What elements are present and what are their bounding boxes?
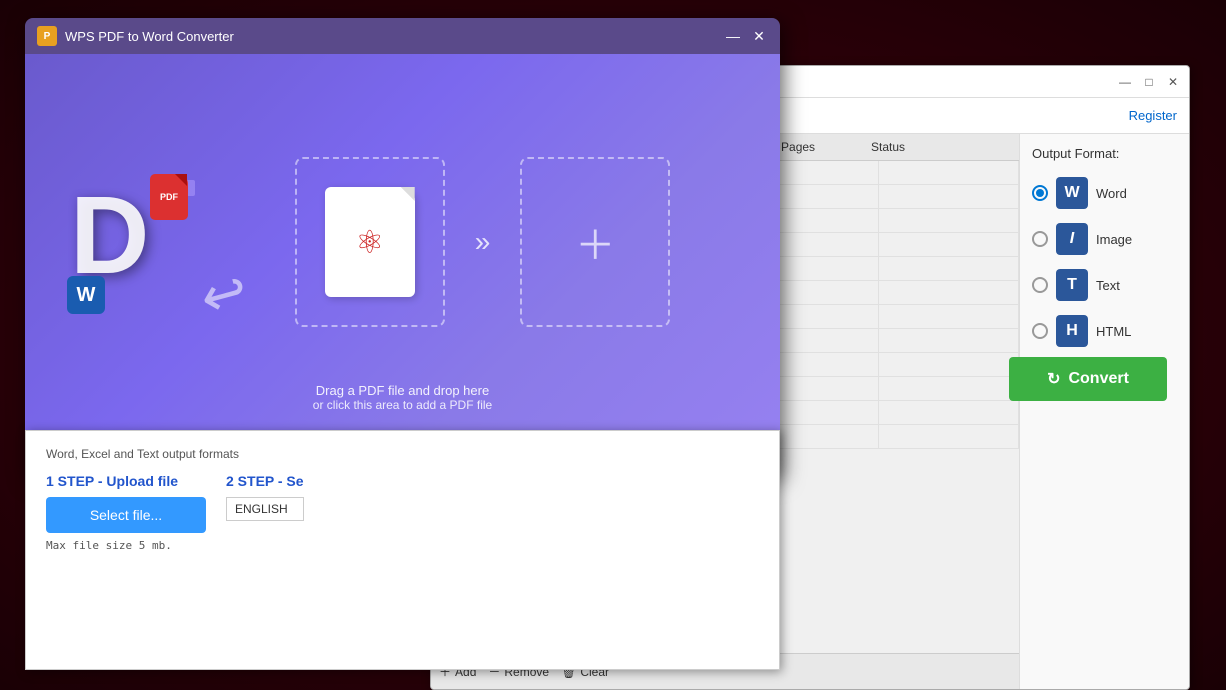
right-panel: Output Format: W Word I Image T Text H H…	[1019, 134, 1189, 689]
drop-zone-container[interactable]: ⚛ » ＋	[295, 157, 671, 327]
logo-area: D PDF W ↩	[55, 162, 255, 322]
web-content: Word, Excel and Text output formats 1 ST…	[26, 431, 779, 584]
bg-close-btn[interactable]: ✕	[1165, 74, 1181, 90]
format-option-html[interactable]: H HTML	[1032, 315, 1177, 347]
step1-section: 1 STEP - Upload file Select file... Max …	[46, 473, 206, 552]
minimize-button[interactable]: —	[724, 28, 742, 45]
close-button[interactable]: ✕	[750, 28, 768, 45]
steps-row: 1 STEP - Upload file Select file... Max …	[46, 473, 759, 552]
image-icon: I	[1056, 223, 1088, 255]
refresh-icon: ↻	[1047, 369, 1060, 389]
main-titlebar: P WPS PDF to Word Converter — ✕	[25, 18, 780, 54]
file-corner	[401, 187, 415, 201]
register-link[interactable]: Register	[1129, 108, 1177, 123]
convert-button[interactable]: ↻ Convert	[1009, 357, 1167, 401]
text-icon: T	[1056, 269, 1088, 301]
pdf-corner	[175, 174, 187, 186]
bg-maximize-btn[interactable]: □	[1141, 74, 1157, 90]
word-icon: W	[1056, 177, 1088, 209]
word-label: Word	[1096, 186, 1127, 201]
radio-text[interactable]	[1032, 277, 1048, 293]
radio-html[interactable]	[1032, 323, 1048, 339]
text-label: Text	[1096, 278, 1120, 293]
output-format-label: Output Format:	[1032, 146, 1177, 161]
bg-minimize-btn[interactable]: —	[1117, 74, 1133, 90]
step2-label: 2 STEP - Se	[226, 473, 304, 489]
language-select[interactable]: ENGLISH	[226, 497, 304, 521]
format-option-word[interactable]: W Word	[1032, 177, 1177, 209]
html-icon: H	[1056, 315, 1088, 347]
main-body[interactable]: D PDF W ↩ ⚛ »	[25, 54, 780, 430]
step2-section: 2 STEP - Se ENGLISH	[226, 473, 304, 552]
pdf-file-icon: ⚛	[325, 187, 415, 297]
step1-label: 1 STEP - Upload file	[46, 473, 206, 489]
w-badge: W	[67, 276, 105, 314]
format-option-text[interactable]: T Text	[1032, 269, 1177, 301]
web-description: Word, Excel and Text output formats	[46, 447, 759, 461]
plus-add-icon: ＋	[575, 213, 615, 271]
select-file-button[interactable]: Select file...	[46, 497, 206, 533]
image-label: Image	[1096, 232, 1132, 247]
app-logo: P	[37, 26, 57, 46]
web-window: Word, Excel and Text output formats 1 ST…	[25, 430, 780, 670]
col-status: Status	[871, 140, 1011, 154]
title-controls: — ✕	[724, 28, 768, 45]
window-title: WPS PDF to Word Converter	[65, 29, 716, 44]
acrobat-icon: ⚛	[355, 223, 384, 261]
arc-arrow: ↩	[195, 262, 254, 327]
arrow-double-icon: »	[475, 226, 491, 258]
radio-image[interactable]	[1032, 231, 1048, 247]
drop-hint: Drag a PDF file and drop here or click t…	[313, 383, 492, 412]
radio-word[interactable]	[1032, 185, 1048, 201]
file-size-note: Max file size 5 mb.	[46, 539, 206, 552]
add-file-area[interactable]: ＋	[520, 157, 670, 327]
main-window: P WPS PDF to Word Converter — ✕ D PDF	[25, 18, 780, 478]
html-label: HTML	[1096, 324, 1131, 339]
pdf-drop-area[interactable]: ⚛	[295, 157, 445, 327]
format-option-image[interactable]: I Image	[1032, 223, 1177, 255]
